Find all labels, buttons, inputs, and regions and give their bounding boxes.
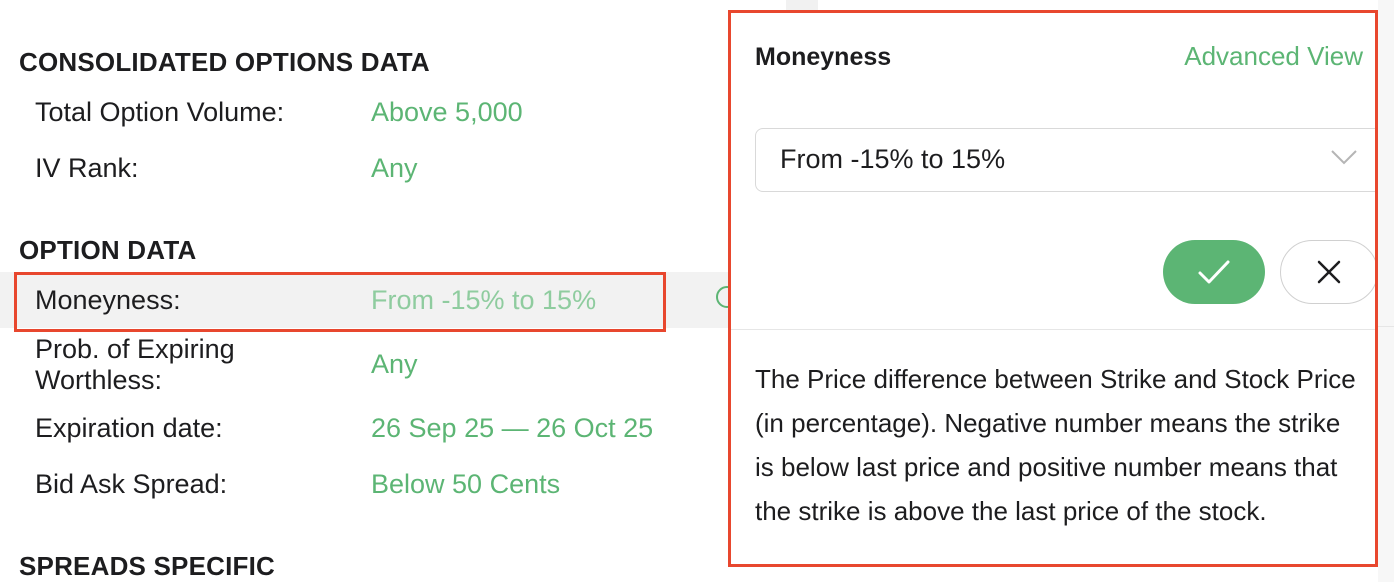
moneyness-select[interactable]: From -15% to 15% [755,128,1375,192]
filter-row-expiration-date[interactable]: Expiration date: 26 Sep 25 — 26 Oct 25 [0,413,730,445]
popover-title: Moneyness [755,43,892,71]
filter-label: Total Option Volume: [35,97,285,127]
moneyness-popover: Moneyness Advanced View From -15% to 15%… [728,10,1378,567]
filter-value[interactable]: Below 50 Cents [371,469,560,500]
filter-label: Expiration date: [35,413,223,443]
filter-label: Prob. of Expiring Worthless: [35,334,235,395]
filter-row-bid-ask-spread[interactable]: Bid Ask Spread: Below 50 Cents [0,469,730,501]
filters-panel: CONSOLIDATED OPTIONS DATA Total Option V… [0,0,738,582]
filter-row-total-option-volume[interactable]: Total Option Volume: Above 5,000 [0,97,730,129]
filter-row-iv-rank[interactable]: IV Rank: Any [0,153,730,185]
section-title-consolidated: CONSOLIDATED OPTIONS DATA [19,47,430,77]
filter-label: Bid Ask Spread: [35,469,228,499]
filter-label: IV Rank: [35,153,139,183]
section-title-spreads-specific: SPREADS SPECIFIC [19,551,276,581]
close-icon [1317,260,1341,284]
advanced-view-link[interactable]: Advanced View [1184,41,1363,72]
filter-value[interactable]: Above 5,000 [371,97,523,128]
filter-value[interactable]: From -15% to 15% [371,285,596,316]
filter-row-prob-expiring-worthless[interactable]: Prob. of Expiring Worthless: Any [0,334,730,398]
background-panel [1378,0,1394,582]
section-title-option-data: OPTION DATA [19,235,197,265]
cancel-button[interactable] [1280,240,1375,304]
select-value: From -15% to 15% [780,144,1006,174]
confirm-button[interactable] [1163,240,1265,304]
filter-label: Moneyness: [35,285,181,315]
checkmark-icon [1198,260,1230,284]
chevron-down-icon [1331,150,1357,165]
filter-row-moneyness[interactable]: Moneyness: From -15% to 15% [0,272,730,328]
filter-value[interactable]: 26 Sep 25 — 26 Oct 25 [371,413,653,444]
background-strip [786,0,818,10]
popover-description: The Price difference between Strike and … [755,364,1356,526]
popover-divider [731,329,1375,330]
divider [1378,326,1394,327]
filter-value[interactable]: Any [371,349,418,380]
filter-value[interactable]: Any [371,153,418,184]
